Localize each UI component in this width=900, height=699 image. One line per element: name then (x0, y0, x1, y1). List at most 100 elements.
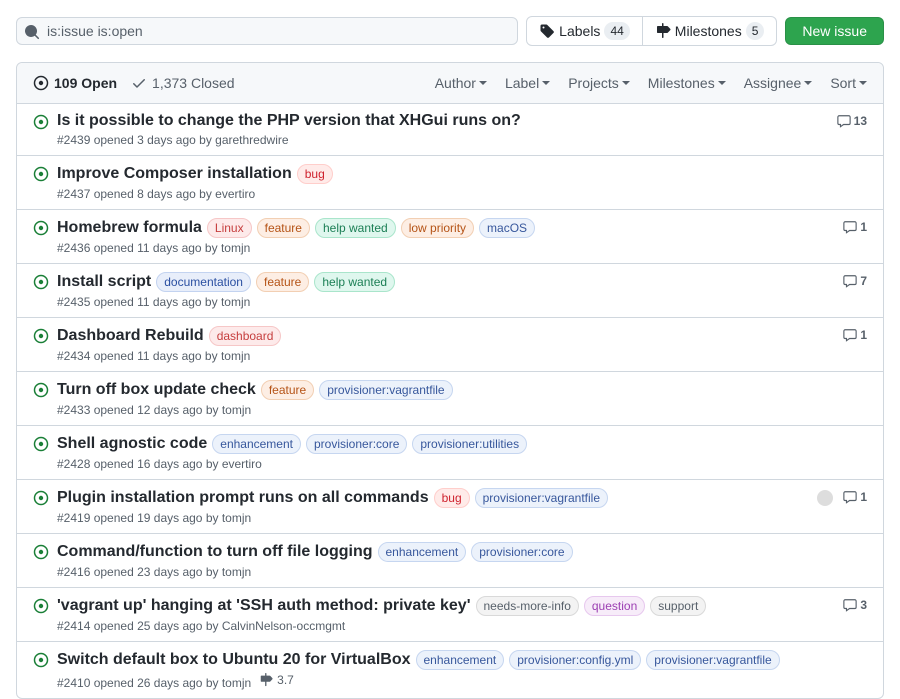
issue-title[interactable]: Dashboard Rebuild (57, 327, 204, 345)
issue-row: Switch default box to Ubuntu 20 for Virt… (17, 642, 883, 698)
comment-icon (843, 598, 857, 612)
issue-author[interactable]: evertiro (215, 187, 255, 201)
issue-title[interactable]: Plugin installation prompt runs on all c… (57, 489, 429, 507)
issue-body: Command/function to turn off file loggin… (53, 542, 787, 579)
issue-label[interactable]: dashboard (209, 326, 282, 346)
issue-title[interactable]: 'vagrant up' hanging at 'SSH auth method… (57, 597, 471, 615)
issue-open-icon (33, 114, 49, 130)
issue-label[interactable]: provisioner:vagrantfile (319, 380, 452, 400)
filter-projects[interactable]: Projects (568, 75, 630, 91)
issue-label[interactable]: support (650, 596, 706, 616)
issue-author[interactable]: CalvinNelson-occmgmt (222, 619, 345, 633)
issue-author[interactable]: tomjn (222, 676, 251, 690)
issue-title[interactable]: Improve Composer installation (57, 165, 292, 183)
issue-title[interactable]: Command/function to turn off file loggin… (57, 543, 373, 561)
issue-author[interactable]: tomjn (221, 295, 250, 309)
issue-body: Install script documentationfeaturehelp … (53, 272, 787, 309)
open-issues-tab[interactable]: 109 Open (33, 75, 117, 91)
filter-label[interactable]: Label (505, 75, 550, 91)
issue-meta: #2436 opened 11 days ago by tomjn (57, 241, 787, 255)
issue-age: 8 days ago (137, 187, 196, 201)
issue-number: #2416 (57, 565, 90, 579)
issue-label[interactable]: provisioner:core (306, 434, 407, 454)
comment-icon (843, 490, 857, 504)
labels-text: Labels (559, 23, 600, 39)
issue-label[interactable]: help wanted (314, 272, 395, 292)
filter-sort[interactable]: Sort (830, 75, 867, 91)
closed-count: 1,373 Closed (152, 75, 235, 91)
search-icon (24, 24, 40, 40)
issue-title[interactable]: Switch default box to Ubuntu 20 for Virt… (57, 651, 411, 669)
issue-label[interactable]: Linux (207, 218, 252, 238)
issue-author[interactable]: tomjn (222, 403, 251, 417)
filter-assignee[interactable]: Assignee (744, 75, 813, 91)
comment-count[interactable]: 13 (837, 114, 867, 128)
issue-label[interactable]: provisioner:vagrantfile (646, 650, 779, 670)
labels-button[interactable]: Labels 44 (526, 16, 643, 46)
issue-milestone[interactable]: 3.7 (259, 673, 294, 687)
filter-milestones[interactable]: Milestones (648, 75, 726, 91)
issue-label[interactable]: feature (261, 380, 314, 400)
issue-label[interactable]: enhancement (378, 542, 467, 562)
issue-label[interactable]: enhancement (212, 434, 301, 454)
comment-count[interactable]: 7 (843, 274, 867, 288)
assignee-avatar[interactable] (817, 490, 833, 506)
issue-author[interactable]: tomjn (221, 349, 250, 363)
caret-down-icon (804, 79, 812, 87)
comment-icon (837, 114, 851, 128)
filter-label: Author (435, 75, 476, 91)
issue-title[interactable]: Homebrew formula (57, 219, 202, 237)
milestones-button[interactable]: Milestones 5 (643, 16, 778, 46)
issue-author[interactable]: evertiro (222, 457, 262, 471)
issue-age: 16 days ago (137, 457, 202, 471)
issue-title[interactable]: Turn off box update check (57, 381, 256, 399)
issue-row: Turn off box update check featureprovisi… (17, 372, 883, 426)
issue-label[interactable]: provisioner:core (471, 542, 572, 562)
open-count: 109 Open (54, 75, 117, 91)
comment-count[interactable]: 1 (843, 328, 867, 342)
issue-open-icon (33, 598, 49, 614)
filter-author[interactable]: Author (435, 75, 487, 91)
comment-count[interactable]: 3 (843, 598, 867, 612)
issue-title[interactable]: Shell agnostic code (57, 435, 207, 453)
issue-label[interactable]: needs-more-info (476, 596, 579, 616)
issue-author[interactable]: tomjn (222, 565, 251, 579)
closed-issues-tab[interactable]: 1,373 Closed (131, 75, 235, 91)
issue-age: 3 days ago (137, 133, 196, 147)
issue-label[interactable]: documentation (156, 272, 251, 292)
issue-label[interactable]: help wanted (315, 218, 396, 238)
issue-label[interactable]: enhancement (416, 650, 505, 670)
issue-title[interactable]: Install script (57, 273, 151, 291)
new-issue-button[interactable]: New issue (785, 17, 884, 45)
issue-number: #2433 (57, 403, 90, 417)
issue-status-icon (33, 218, 53, 255)
issue-label[interactable]: low priority (401, 218, 474, 238)
issue-author[interactable]: tomjn (221, 241, 250, 255)
issue-open-icon (33, 652, 49, 668)
comment-count[interactable]: 1 (843, 220, 867, 234)
issue-right (787, 164, 867, 201)
issue-label[interactable]: macOS (479, 218, 535, 238)
search-input[interactable] (16, 17, 518, 45)
issue-label[interactable]: bug (297, 164, 333, 184)
issue-label[interactable]: provisioner:config.yml (509, 650, 641, 670)
filter-label: Projects (568, 75, 619, 91)
issue-label[interactable]: feature (256, 272, 309, 292)
issue-label[interactable]: feature (257, 218, 310, 238)
issue-age: 19 days ago (137, 511, 202, 525)
issue-label[interactable]: bug (434, 488, 470, 508)
issue-title[interactable]: Is it possible to change the PHP version… (57, 112, 521, 130)
tag-icon (539, 23, 555, 39)
issue-open-icon (33, 274, 49, 290)
issue-age: 25 days ago (137, 619, 202, 633)
comment-count[interactable]: 1 (843, 490, 867, 504)
issue-row: Homebrew formula Linuxfeaturehelp wanted… (17, 210, 883, 264)
issue-open-icon (33, 544, 49, 560)
issue-label[interactable]: provisioner:utilities (412, 434, 527, 454)
caret-down-icon (479, 79, 487, 87)
issue-author[interactable]: tomjn (222, 511, 251, 525)
issue-label[interactable]: provisioner:vagrantfile (475, 488, 608, 508)
issue-author[interactable]: garethredwire (215, 133, 288, 147)
issue-meta: #2433 opened 12 days ago by tomjn (57, 403, 787, 417)
issue-label[interactable]: question (584, 596, 645, 616)
